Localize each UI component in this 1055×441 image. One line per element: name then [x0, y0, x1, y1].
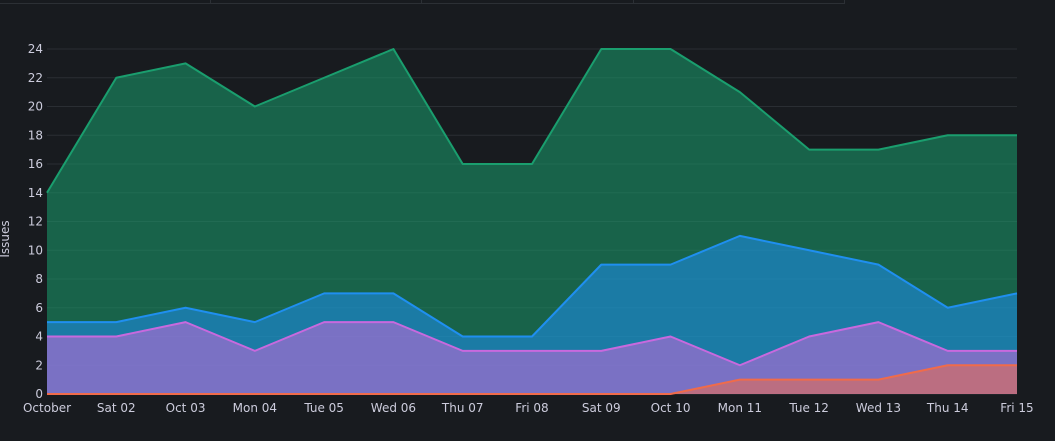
y-tick-label: 0: [35, 387, 43, 401]
x-tick-label: Mon 11: [718, 401, 762, 415]
y-tick-label: 24: [28, 42, 43, 56]
y-tick-label: 2: [35, 358, 43, 372]
y-tick-label: 14: [28, 186, 43, 200]
y-tick-label: 20: [28, 100, 43, 114]
y-axis-ticks: 024681012141618202224: [28, 42, 43, 401]
x-tick-label: Sat 09: [582, 401, 621, 415]
x-tick-label: Mon 04: [233, 401, 277, 415]
x-tick-label: Oct 03: [166, 401, 206, 415]
x-tick-label: Wed 13: [856, 401, 901, 415]
y-tick-label: 16: [28, 157, 43, 171]
x-tick-label: Tue 12: [788, 401, 829, 415]
x-tick-label: Fri 15: [1000, 401, 1033, 415]
series-areas: [46, 48, 1018, 395]
x-tick-label: Thu 07: [441, 401, 484, 415]
x-axis-ticks: October Sat 02 Oct 03 Mon 04 Tue 05 Wed 06 Thu…: [23, 401, 1034, 415]
x-tick-label: Wed 06: [371, 401, 416, 415]
y-tick-label: 10: [28, 243, 43, 257]
y-tick-label: 18: [28, 128, 43, 142]
x-tick-label: Tue 05: [303, 401, 344, 415]
x-tick-label: Fri 08: [515, 401, 548, 415]
issues-area-chart: 024681012141618202224 October Sat 02 Oct 0…: [0, 42, 1034, 415]
x-tick-label: Oct 10: [651, 401, 691, 415]
x-tick-label: Thu 14: [926, 401, 969, 415]
y-tick-label: 4: [35, 330, 43, 344]
x-tick-label: Sat 02: [97, 401, 136, 415]
y-axis-label: Issues: [0, 220, 12, 257]
x-tick-label: October: [23, 401, 71, 415]
y-tick-label: 6: [35, 301, 43, 315]
y-tick-label: 12: [28, 215, 43, 229]
y-tick-label: 8: [35, 272, 43, 286]
y-tick-label: 22: [28, 71, 43, 85]
